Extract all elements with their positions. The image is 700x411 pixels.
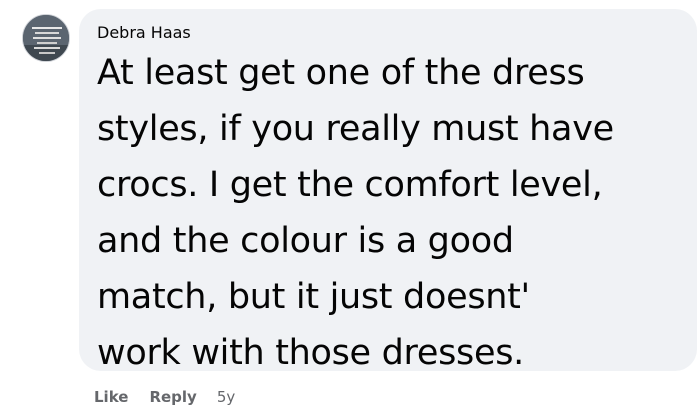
comment-text-line: At least get one of the dress <box>97 53 585 93</box>
comment-author[interactable]: Debra Haas <box>97 23 681 43</box>
comment-text-line: crocs. I get the comfort level, <box>97 165 603 205</box>
avatar[interactable] <box>22 14 70 62</box>
comment-text-line: work with those dresses. <box>97 333 524 373</box>
comment-text-line: match, but it just doesnt' <box>97 277 530 317</box>
like-button[interactable]: Like <box>94 388 128 406</box>
comment-actions: Like Reply 5y <box>94 387 235 407</box>
comment-bubble: Debra Haas At least get one of the dress… <box>79 9 697 373</box>
comment-timestamp[interactable]: 5y <box>217 388 235 406</box>
comment-text-line: and the colour is a good <box>97 221 514 261</box>
comment-text: At least get one of the dress styles, if… <box>97 45 681 381</box>
profile-photo-icon <box>23 15 69 61</box>
comment-text-line: styles, if you really must have <box>97 109 614 149</box>
reply-button[interactable]: Reply <box>149 388 196 406</box>
